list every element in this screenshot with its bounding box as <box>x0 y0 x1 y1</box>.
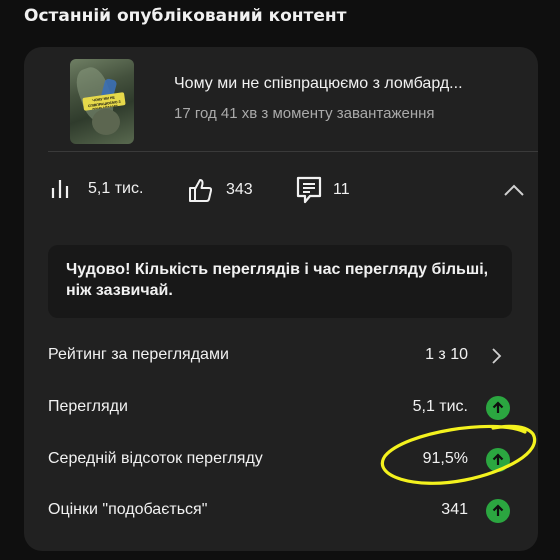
video-title[interactable]: Чому ми не співпрацюємо з ломбард... <box>174 75 519 93</box>
chevron-right-icon[interactable] <box>486 346 506 366</box>
likes-count: 343 <box>226 181 253 198</box>
views-stat: 5,1 тис. <box>50 176 143 202</box>
stats-row: 5,1 тис. 343 11 <box>24 152 538 224</box>
metric-label: Оцінки "подобається" <box>48 501 208 518</box>
chevron-up-icon[interactable] <box>502 179 526 203</box>
views-count: 5,1 тис. <box>88 180 144 197</box>
up-arrow-icon <box>486 499 510 523</box>
up-arrow-icon <box>486 448 510 472</box>
metric-label: Середній відсоток перегляду <box>48 450 263 467</box>
likes-stat: 343 <box>186 176 253 204</box>
metric-value: 341 <box>441 501 468 518</box>
latest-content-card: ЧОМУ МИ НЕ СПІВПРАЦЮЄМО З ЛОМБАРДАМИ Чом… <box>24 47 538 551</box>
up-arrow-icon <box>486 396 510 420</box>
metric-value: 5,1 тис. <box>412 398 468 415</box>
thumbnail-figure-base <box>92 109 120 135</box>
video-upload-age: 17 год 41 хв з моменту завантаження <box>174 105 435 122</box>
performance-insight: Чудово! Кількість переглядів і час перег… <box>48 245 512 318</box>
metric-value: 1 з 10 <box>425 346 468 363</box>
metric-row-likes: Оцінки "подобається" 341 <box>24 491 538 531</box>
metric-row-ranking[interactable]: Рейтинг за переглядами 1 з 10 <box>24 336 538 376</box>
bar-chart-icon <box>51 180 69 198</box>
metric-row-avg-view-percentage: Середній відсоток перегляду 91,5% <box>24 440 538 480</box>
comments-count: 11 <box>333 181 350 198</box>
video-thumbnail[interactable]: ЧОМУ МИ НЕ СПІВПРАЦЮЄМО З ЛОМБАРДАМИ <box>70 59 134 144</box>
metric-label: Рейтинг за переглядами <box>48 346 229 363</box>
metric-label: Перегляди <box>48 398 128 415</box>
comment-icon <box>296 176 322 204</box>
metric-value: 91,5% <box>422 450 468 467</box>
section-title: Останній опублікований контент <box>24 6 347 26</box>
thumbs-up-icon <box>189 179 213 202</box>
video-row[interactable]: ЧОМУ МИ НЕ СПІВПРАЦЮЄМО З ЛОМБАРДАМИ Чом… <box>24 47 538 151</box>
metric-row-views: Перегляди 5,1 тис. <box>24 388 538 428</box>
comments-stat: 11 <box>296 176 350 204</box>
